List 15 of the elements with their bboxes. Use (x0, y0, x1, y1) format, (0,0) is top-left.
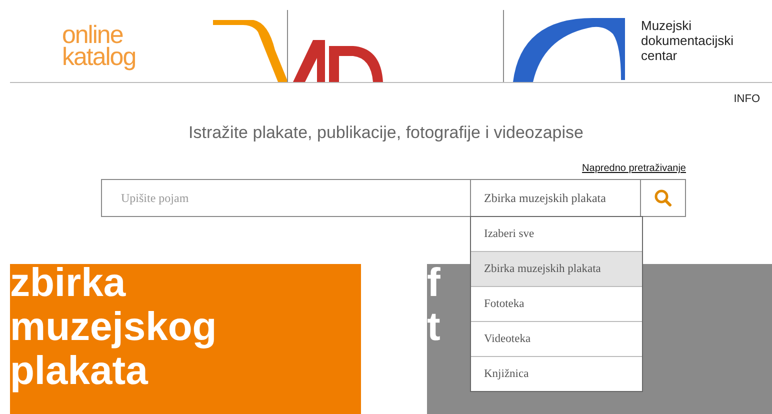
card-title-line: t (427, 304, 440, 351)
search-button[interactable] (641, 179, 686, 217)
card-title-line: f (427, 264, 440, 307)
search-field[interactable]: Upišite pojam (101, 179, 470, 217)
institution-name: Muzejski dokumentacijski centar (640, 17, 734, 65)
search-icon (654, 189, 672, 207)
collection-select[interactable]: Zbirka muzejskih plakata (470, 179, 641, 217)
card-title-line: muzejskog (10, 304, 217, 351)
dropdown-option[interactable]: Zbirka muzejskih plakata (471, 251, 642, 286)
page-heading: Istražite plakate, publikacije, fotografije i videozapise (188, 123, 584, 143)
info-link[interactable]: INFO (734, 93, 760, 105)
card-title-line: zbirka (10, 264, 126, 307)
logo-text: online katalog (61, 20, 137, 73)
card-title-line: plakata (10, 348, 148, 395)
advanced-search-link[interactable]: Napredno pretraživanje (101, 163, 686, 174)
